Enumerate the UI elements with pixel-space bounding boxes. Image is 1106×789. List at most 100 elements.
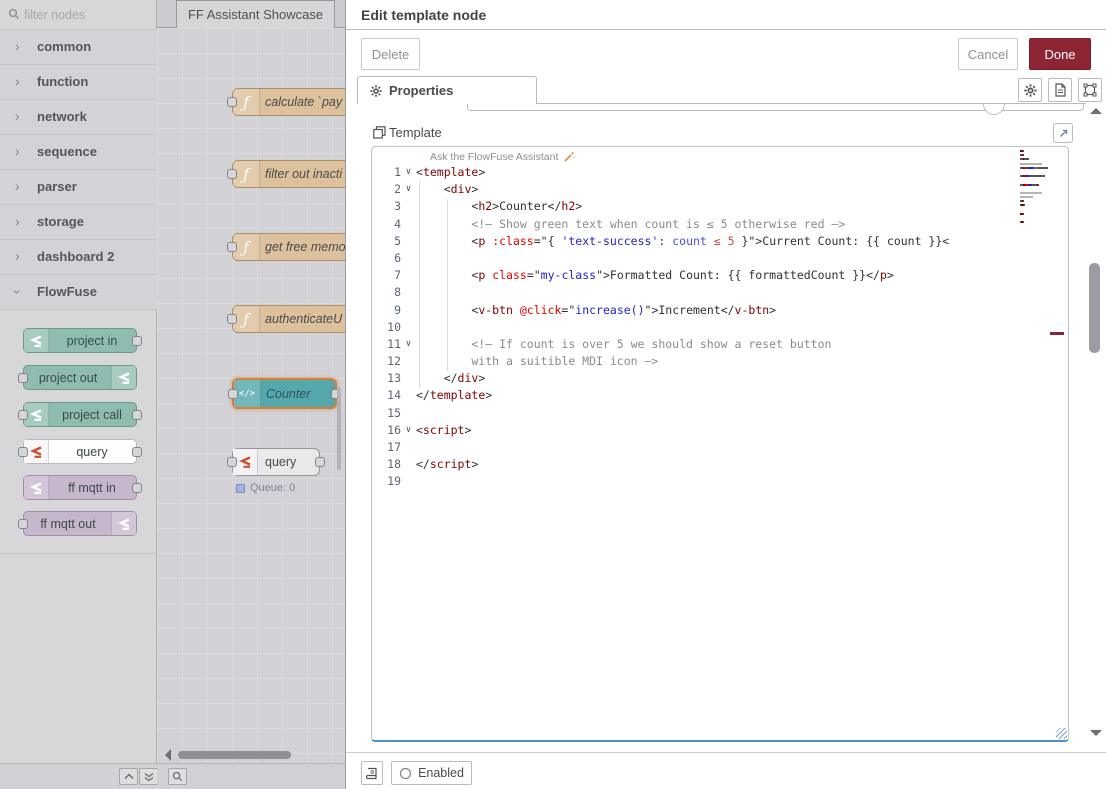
palette-category-dashboard-2[interactable]: ›dashboard 2 [0, 240, 157, 275]
flow-node-filter-out-inacti[interactable]: ƒfilter out inacti [232, 160, 345, 188]
fold-gutter [401, 216, 416, 233]
output-port[interactable] [315, 457, 325, 467]
flow-node-label: authenticateU [265, 306, 345, 332]
palette-category-parser[interactable]: › parser [0, 170, 157, 205]
zoom-search-button[interactable] [168, 768, 187, 785]
vscroll-thumb[interactable] [337, 387, 341, 470]
dialog-scroll-down-arrow[interactable] [1090, 730, 1102, 736]
cancel-button[interactable]: Cancel [958, 38, 1018, 70]
input-port[interactable] [228, 389, 238, 399]
assistant-hint[interactable]: Ask the FlowFuse Assistant [430, 150, 575, 164]
code-line-18[interactable]: 18</script> [372, 456, 1068, 473]
palette-node-project-in[interactable]: project in [23, 328, 137, 353]
line-number: 19 [372, 473, 401, 490]
code-line-13[interactable]: 13 </div> [372, 370, 1068, 387]
palette-category-function[interactable]: ›function [0, 65, 157, 100]
code-line-4[interactable]: 4 <!— Show green text when count is ≤ 5 … [372, 216, 1068, 233]
input-port[interactable] [227, 97, 237, 107]
output-port[interactable] [132, 336, 142, 346]
palette-expand-button[interactable] [139, 768, 158, 785]
delete-button[interactable]: Delete [361, 38, 420, 70]
fold-chevron-icon[interactable]: ∨ [401, 336, 416, 353]
code-text: <p class="my-class">Formatted Count: {{ … [416, 267, 894, 284]
dialog-header: Edit template node [346, 0, 1106, 30]
appearance-frame-button[interactable] [1078, 78, 1102, 102]
hscroll-left-arrow[interactable] [165, 749, 171, 761]
code-line-9[interactable]: 9 <v-btn @click="increase()">Increment</… [372, 302, 1068, 319]
code-line-16[interactable]: 16∨<script> [372, 422, 1068, 439]
hscroll-thumb[interactable] [178, 751, 291, 759]
input-port[interactable] [227, 169, 237, 179]
palette-filter[interactable]: filter nodes [0, 0, 157, 30]
template-code-editor[interactable]: Ask the FlowFuse Assistant 1∨<template>2… [371, 146, 1069, 742]
line-number: 16 [372, 422, 401, 439]
code-line-6[interactable]: 6 [372, 250, 1068, 267]
flow-node-query[interactable]: query [232, 448, 320, 476]
flow-node-counter[interactable]: </>Counter [232, 378, 337, 409]
dialog-scroll-thumb[interactable] [1089, 263, 1100, 353]
input-port[interactable] [18, 410, 28, 420]
line-number: 1 [372, 164, 401, 181]
palette-category-network[interactable]: ›network [0, 100, 157, 135]
input-port[interactable] [18, 519, 28, 529]
input-port[interactable] [227, 457, 237, 467]
palette-collapse-button[interactable] [119, 768, 138, 785]
done-button[interactable]: Done [1029, 38, 1091, 70]
palette-node-project-out[interactable]: project out [23, 365, 137, 390]
palette-node-ff-mqtt-out[interactable]: ff mqtt out [23, 511, 137, 536]
palette-category-label: storage [37, 214, 84, 229]
output-port[interactable] [132, 447, 142, 457]
code-line-1[interactable]: 1∨<template> [372, 164, 1068, 181]
dialog-scroll-up-arrow[interactable] [1090, 108, 1102, 114]
fold-gutter [401, 473, 416, 490]
flow-tab[interactable]: FF Assistant Showcase [176, 0, 335, 28]
code-line-12[interactable]: 12 with a suitible MDI icon —> [372, 353, 1068, 370]
input-port[interactable] [18, 447, 28, 457]
chevron-right-icon: › [15, 178, 20, 194]
flow-node-label: query [265, 449, 315, 475]
code-line-3[interactable]: 3 <h2>Counter</h2> [372, 198, 1068, 215]
flow-node-get-free-memo[interactable]: ƒget free memo [232, 233, 345, 261]
palette-category-sequence[interactable]: ›sequence [0, 135, 157, 170]
code-line-2[interactable]: 2∨ <div> [372, 181, 1068, 198]
flow-node-authenticateu[interactable]: ƒauthenticateU [232, 305, 345, 333]
palette-node-project-call[interactable]: project call [23, 402, 137, 427]
palette-node-query[interactable]: query [23, 439, 137, 464]
fold-chevron-icon[interactable]: ∨ [401, 181, 416, 198]
editor-resize-handle[interactable] [1056, 728, 1067, 739]
properties-gear-button[interactable] [1018, 78, 1042, 102]
node-type-icon [24, 329, 49, 352]
code-line-15[interactable]: 15 [372, 405, 1068, 422]
palette-category-common[interactable]: ›common [0, 30, 157, 65]
tab-properties[interactable]: Properties [357, 76, 537, 104]
input-port[interactable] [227, 242, 237, 252]
editor-minimap[interactable] [1020, 150, 1050, 230]
code-line-11[interactable]: 11∨ <!— If count is over 5 we should sho… [372, 336, 1068, 353]
fold-chevron-icon[interactable]: ∨ [401, 164, 416, 181]
flow-node-calculate-pay[interactable]: ƒcalculate `pay [232, 88, 345, 116]
palette-section-divider [0, 553, 157, 554]
palette-category-flowfuse[interactable]: ›FlowFuse [0, 275, 157, 310]
code-line-19[interactable]: 19 [372, 473, 1068, 490]
docs-book-button[interactable] [361, 761, 383, 785]
enabled-toggle-button[interactable]: Enabled [391, 761, 472, 785]
code-line-5[interactable]: 5 <p :class="{ 'text-success': count ≤ 5… [372, 233, 1068, 250]
palette-category-storage[interactable]: ›storage [0, 205, 157, 240]
code-line-7[interactable]: 7 <p class="my-class">Formatted Count: {… [372, 267, 1068, 284]
code-line-10[interactable]: 10 [372, 319, 1068, 336]
code-line-17[interactable]: 17 [372, 439, 1068, 456]
output-port[interactable] [132, 483, 142, 493]
line-number: 13 [372, 370, 401, 387]
fold-chevron-icon[interactable]: ∨ [401, 422, 416, 439]
input-port[interactable] [227, 314, 237, 324]
output-port[interactable] [132, 410, 142, 420]
editor-expand-button[interactable] [1053, 123, 1073, 143]
line-number: 10 [372, 319, 401, 336]
input-port[interactable] [18, 373, 28, 383]
description-doc-button[interactable] [1048, 78, 1072, 102]
code-line-14[interactable]: 14</template> [372, 387, 1068, 404]
palette-node-ff-mqtt-in[interactable]: ff mqtt in [23, 475, 137, 500]
fold-gutter [401, 405, 416, 422]
palette-category-label: parser [37, 179, 77, 194]
code-line-8[interactable]: 8 [372, 284, 1068, 301]
